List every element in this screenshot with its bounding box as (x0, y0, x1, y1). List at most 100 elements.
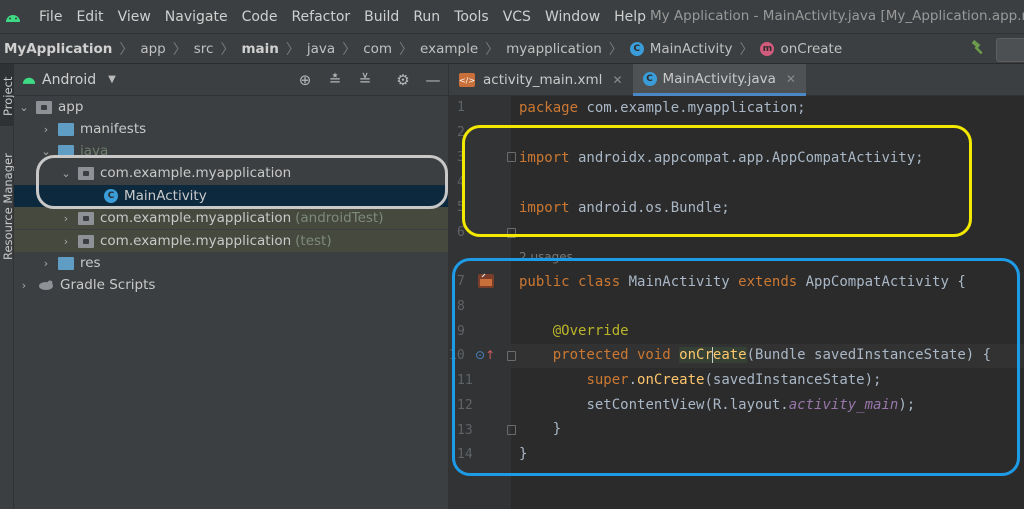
tree-item-label: java (80, 143, 109, 159)
tree-item-label: res (80, 255, 101, 271)
breadcrumb-separator-icon: 〉 (739, 41, 754, 58)
code-line-10[interactable]: protected void onCreate(Bundle savedInst… (519, 347, 991, 363)
breadcrumb-oncreate-label: onCreate (780, 40, 843, 57)
code-text: } (552, 421, 562, 437)
breadcrumb-myapplication[interactable]: myapplication (506, 41, 602, 57)
tree-item-package-test[interactable]: › com.example.myapplication (test) (14, 230, 448, 252)
tree-item-res[interactable]: › res (14, 252, 448, 274)
tree-item-gradle-scripts[interactable]: › Gradle Scripts (14, 274, 448, 296)
chevron-right-icon[interactable]: › (58, 212, 74, 225)
line-number: 5 (457, 200, 465, 215)
chevron-down-icon[interactable]: ⌄ (38, 145, 54, 158)
line-number: 10 (449, 348, 465, 363)
tree-item-package-androidtest[interactable]: › com.example.myapplication (androidTest… (14, 207, 448, 229)
keyword: super (586, 372, 629, 388)
fold-marker-icon[interactable] (507, 152, 516, 162)
resource-manager-tool-label[interactable]: Resource Manager (1, 153, 15, 260)
tree-item-label: com.example.myapplication (100, 165, 292, 181)
breadcrumb-separator-icon: 〉 (608, 41, 623, 58)
breadcrumb-mainactivity[interactable]: C MainActivity (629, 41, 732, 57)
expand-all-icon[interactable]: ≛ (320, 71, 350, 89)
code-line-14[interactable]: } (519, 446, 527, 462)
chevron-down-icon[interactable]: ⌄ (58, 167, 74, 180)
tree-item-package-main[interactable]: ⌄ com.example.myapplication (14, 162, 448, 184)
fold-marker-icon[interactable] (507, 351, 516, 361)
breadcrumb-com[interactable]: com (363, 41, 392, 57)
breadcrumb-project[interactable]: MyApplication (4, 41, 112, 57)
menu-window[interactable]: Window (538, 9, 607, 25)
keyword: extends (738, 274, 798, 290)
breadcrumb-separator-icon: 〉 (220, 41, 235, 58)
menu-file[interactable]: File (32, 9, 69, 25)
tab-activity-main-xml[interactable]: </> activity_main.xml ✕ (449, 64, 633, 96)
annotation: @Override (552, 323, 629, 339)
code-line-13[interactable]: } (519, 421, 561, 437)
hide-icon[interactable]: — (418, 71, 448, 89)
breadcrumb-java[interactable]: java (307, 41, 335, 57)
tree-item-manifests[interactable]: › manifests (14, 118, 448, 140)
code-line-1[interactable]: package com.example.myapplication; (519, 100, 806, 116)
breadcrumb-src[interactable]: src (194, 41, 214, 57)
breadcrumb-separator-icon: 〉 (172, 41, 187, 58)
menu-navigate[interactable]: Navigate (158, 9, 235, 25)
run-configuration-selector[interactable] (996, 37, 1024, 62)
menu-refactor[interactable]: Refactor (284, 9, 357, 25)
code-line-9[interactable]: @Override (519, 323, 629, 339)
code-line-5[interactable]: import android.os.Bundle; (519, 200, 730, 216)
tool-window-strip: Project Resource Manager (0, 64, 15, 509)
package-icon (78, 166, 94, 180)
locate-icon[interactable]: ⊕ (290, 71, 320, 89)
gear-icon[interactable]: ⚙ (388, 71, 418, 89)
menu-help[interactable]: Help (607, 9, 653, 25)
usages-hint[interactable]: 2 usages (519, 250, 573, 264)
fold-marker-icon[interactable] (507, 425, 516, 435)
method-name: onCreate (679, 347, 747, 363)
build-hammer-icon[interactable] (970, 39, 986, 60)
menu-tools[interactable]: Tools (447, 9, 496, 25)
android-view-icon (22, 75, 36, 84)
chevron-right-icon[interactable]: › (38, 257, 54, 270)
code-line-7[interactable]: public class MainActivity extends AppCom… (519, 274, 966, 290)
project-tool-label[interactable]: Project (1, 77, 15, 116)
chevron-right-icon[interactable]: › (16, 279, 32, 292)
chevron-right-icon[interactable]: › (38, 123, 54, 136)
breadcrumb-example[interactable]: example (420, 41, 478, 57)
line-number: 13 (457, 423, 473, 438)
breadcrumb-separator-icon: 〉 (485, 41, 500, 58)
close-icon[interactable]: ✕ (612, 73, 622, 87)
collapse-all-icon[interactable]: ≚ (350, 71, 380, 89)
project-view-selector[interactable]: Android ▼ (22, 72, 116, 88)
breadcrumb-app[interactable]: app (140, 41, 165, 57)
menu-vcs[interactable]: VCS (496, 9, 538, 25)
tree-item-mainactivity[interactable]: C MainActivity (14, 185, 448, 207)
chevron-down-icon[interactable]: ⌄ (16, 101, 32, 114)
menu-run[interactable]: Run (406, 9, 447, 25)
menu-edit[interactable]: Edit (69, 9, 110, 25)
tree-item-java[interactable]: ⌄ java (14, 140, 448, 162)
menu-view[interactable]: View (111, 9, 158, 25)
tab-mainactivity-java[interactable]: C MainActivity.java ✕ (632, 64, 806, 96)
breadcrumb: MyApplication 〉 app 〉 src 〉 main 〉 java … (0, 33, 1024, 64)
close-icon[interactable]: ✕ (786, 72, 796, 86)
code-text: (Bundle savedInstanceState) { (746, 347, 992, 363)
code-line-3[interactable]: import androidx.appcompat.app.AppCompatA… (519, 150, 924, 166)
folder-icon (58, 122, 74, 136)
line-number: 6 (457, 225, 465, 240)
override-gutter-icon[interactable]: ⊙↑ (475, 348, 495, 362)
project-view-label: Android (42, 71, 97, 88)
tab-label: activity_main.xml (483, 72, 603, 88)
breadcrumb-oncreate[interactable]: m onCreate (760, 41, 842, 57)
line-number: 8 (457, 299, 465, 314)
xml-file-icon: </> (459, 73, 475, 87)
tree-item-app[interactable]: ⌄ app (14, 96, 448, 118)
fold-marker-icon[interactable] (507, 228, 516, 238)
menu-code[interactable]: Code (235, 9, 285, 25)
code-text: MainActivity (620, 274, 739, 290)
line-number: 7 (457, 274, 465, 289)
code-line-12[interactable]: setContentView(R.layout.activity_main); (519, 397, 915, 413)
code-line-11[interactable]: super.onCreate(savedInstanceState); (519, 372, 881, 388)
android-activity-gutter-icon[interactable] (477, 272, 495, 294)
chevron-right-icon[interactable]: › (58, 235, 74, 248)
menu-build[interactable]: Build (357, 9, 406, 25)
breadcrumb-main[interactable]: main (241, 41, 278, 57)
